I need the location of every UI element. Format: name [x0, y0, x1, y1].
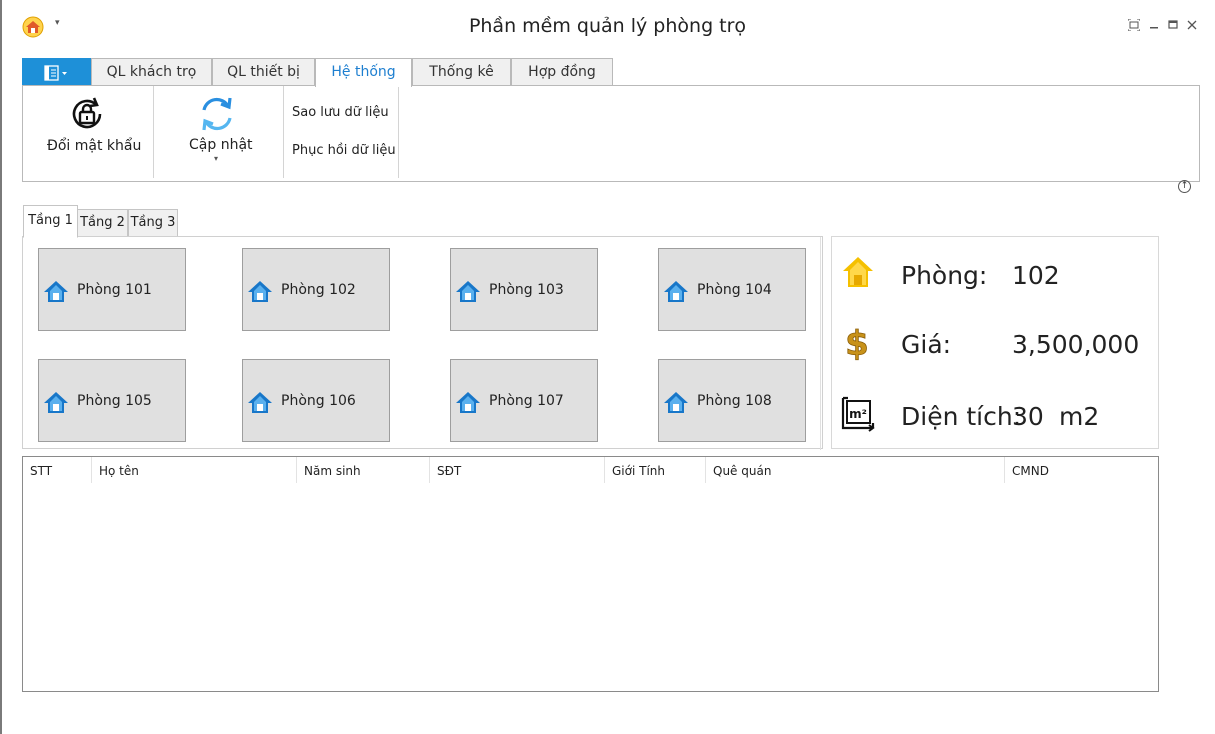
room-name: Phòng 105 [77, 393, 152, 409]
tenant-grid[interactable]: STT Họ tên Năm sinh SĐT Giới Tính Quê qu… [22, 456, 1159, 692]
tab-floor-3[interactable]: Tầng 3 [128, 209, 178, 237]
column-header-gioi-tinh[interactable]: Giới Tính [605, 457, 706, 483]
room-tile-104[interactable]: Phòng 104 [658, 248, 806, 331]
column-header-stt[interactable]: STT [23, 457, 92, 483]
room-value: 102 [1012, 261, 1060, 290]
house-icon [248, 281, 272, 302]
column-header-cmnd[interactable]: CMND [1005, 457, 1158, 483]
room-info-panel: Phòng: 102 $ Giá: 3,500,000 m² Diện tích… [831, 236, 1159, 449]
maximize-icon[interactable] [1166, 19, 1180, 33]
file-menu-button[interactable] [22, 58, 91, 86]
tab-floor-2[interactable]: Tầng 2 [77, 209, 128, 237]
room-name: Phòng 103 [489, 282, 564, 298]
minimize-icon[interactable] [1147, 19, 1161, 33]
column-header-sdt[interactable]: SĐT [430, 457, 605, 483]
svg-text:m²: m² [849, 407, 867, 421]
tab-ql-thiet-bi[interactable]: QL thiết bị [212, 58, 315, 86]
house-icon [248, 392, 272, 413]
restore-data-button[interactable]: Phục hồi dữ liệu [292, 143, 396, 158]
tab-hop-dong[interactable]: Hợp đồng [511, 58, 613, 86]
house-icon [456, 281, 480, 302]
column-header-nam-sinh[interactable]: Năm sinh [297, 457, 430, 483]
room-name: Phòng 106 [281, 393, 356, 409]
lock-refresh-icon [72, 97, 102, 129]
restore-icon[interactable] [1127, 18, 1141, 33]
room-tile-101[interactable]: Phòng 101 [38, 248, 186, 331]
change-password-button[interactable]: Đổi mật khẩu [23, 86, 154, 178]
data-group: Sao lưu dữ liệu Phục hồi dữ liệu [284, 86, 399, 178]
room-tile-107[interactable]: Phòng 107 [450, 359, 598, 442]
price-value: 3,500,000 [1012, 330, 1140, 359]
house-icon [44, 392, 68, 413]
update-label: Cập nhật [189, 137, 253, 153]
area-value: 30 [1012, 402, 1044, 431]
room-name: Phòng 107 [489, 393, 564, 409]
update-button[interactable]: Cập nhật ▾ [154, 86, 284, 178]
room-name: Phòng 104 [697, 282, 772, 298]
room-name: Phòng 102 [281, 282, 356, 298]
tab-ql-khach-tro[interactable]: QL khách trọ [91, 58, 212, 86]
room-tile-106[interactable]: Phòng 106 [242, 359, 390, 442]
rooms-panel-edge [820, 237, 823, 450]
window-title: Phần mềm quản lý phòng trọ [468, 15, 747, 37]
house-icon [843, 257, 873, 287]
area-unit: m2 [1059, 402, 1100, 431]
tab-he-thong[interactable]: Hệ thống [315, 58, 412, 87]
file-menu-icon [44, 65, 67, 81]
house-icon [664, 392, 688, 413]
rooms-panel: Phòng 101 Phòng 102 Phòng 103 Phòng 104 … [22, 236, 823, 450]
room-name: Phòng 101 [77, 282, 152, 298]
house-icon [44, 281, 68, 302]
update-dropdown-arrow[interactable]: ▾ [214, 154, 218, 163]
tab-floor-1[interactable]: Tầng 1 [23, 205, 78, 238]
room-tile-108[interactable]: Phòng 108 [658, 359, 806, 442]
room-label: Phòng: [901, 261, 988, 290]
house-icon [664, 281, 688, 302]
room-tile-103[interactable]: Phòng 103 [450, 248, 598, 331]
title-bar: ▾ Phần mềm quản lý phòng trọ [0, 0, 1215, 56]
column-header-ho-ten[interactable]: Họ tên [92, 457, 297, 483]
price-label: Giá: [901, 330, 952, 359]
column-header-que-quan[interactable]: Quê quán [706, 457, 1005, 483]
ribbon-panel: Đổi mật khẩu Cập nhật ▾ Sao lưu dữ liệu … [22, 85, 1200, 182]
sync-icon [202, 97, 232, 131]
svg-text:$: $ [845, 324, 869, 361]
backup-data-button[interactable]: Sao lưu dữ liệu [292, 105, 389, 120]
window-left-border [0, 0, 2, 734]
dollar-icon: $ [845, 324, 869, 361]
ribbon-collapse-icon[interactable]: ↑ [1178, 180, 1191, 193]
area-m2-icon: m² [841, 396, 875, 432]
room-tile-102[interactable]: Phòng 102 [242, 248, 390, 331]
room-tile-105[interactable]: Phòng 105 [38, 359, 186, 442]
room-name: Phòng 108 [697, 393, 772, 409]
area-label: Diện tích: [901, 402, 1022, 431]
house-icon [456, 392, 480, 413]
close-icon[interactable] [1185, 19, 1199, 33]
change-password-label: Đổi mật khẩu [47, 138, 142, 154]
tab-thong-ke[interactable]: Thống kê [412, 58, 511, 86]
